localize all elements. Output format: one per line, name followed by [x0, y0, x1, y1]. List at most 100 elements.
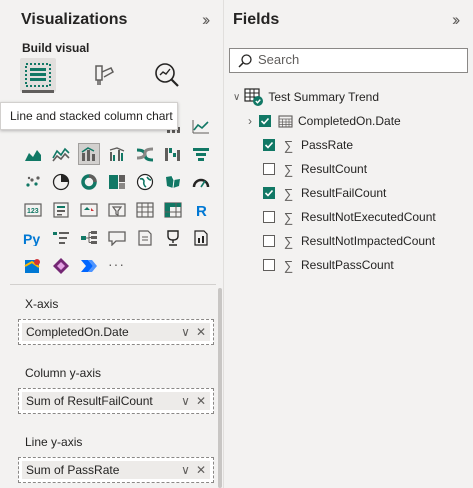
field-checkbox[interactable]	[263, 235, 275, 247]
field-label: ResultNotExecutedCount	[301, 210, 436, 224]
format-visual-tab[interactable]	[86, 58, 122, 92]
pie-chart-icon[interactable]	[50, 171, 72, 193]
visualizations-pane: Visualizations ›› Build visual Line and …	[0, 0, 224, 488]
chevron-down-icon[interactable]: ∨	[233, 92, 240, 103]
field-item-resultfailcount[interactable]: ∑ ResultFailCount	[263, 183, 386, 203]
build-visual-label: Build visual	[22, 41, 90, 55]
field-checkbox[interactable]	[263, 163, 275, 175]
visualizations-scrollbar[interactable]	[218, 288, 222, 488]
collapse-fields-icon[interactable]: ››	[452, 10, 461, 30]
power-automate-icon[interactable]	[78, 255, 100, 277]
map-icon[interactable]	[134, 171, 156, 193]
svg-text:Py: Py	[23, 231, 40, 246]
build-visual-tab[interactable]	[20, 58, 56, 92]
decomposition-tree-icon[interactable]	[78, 227, 100, 249]
search-icon	[238, 54, 252, 68]
waterfall-chart-icon[interactable]	[162, 143, 184, 165]
chevron-down-icon[interactable]: ∨	[181, 325, 190, 339]
sigma-icon: ∑	[283, 185, 294, 201]
stacked-area-chart-icon[interactable]	[50, 143, 72, 165]
column-y-axis-well[interactable]: Sum of ResultFailCount ∨ ✕	[18, 388, 214, 414]
analytics-tab[interactable]	[149, 58, 185, 92]
fields-search-box[interactable]	[229, 48, 468, 73]
treemap-icon[interactable]	[106, 171, 128, 193]
fields-title: Fields	[233, 11, 280, 28]
qa-icon[interactable]	[106, 227, 128, 249]
table-name: Test Summary Trend	[268, 90, 380, 104]
python-visual-icon[interactable]: Py	[22, 227, 44, 249]
azure-map-icon[interactable]	[22, 255, 44, 277]
line-and-stacked-column-chart-icon[interactable]	[78, 143, 100, 165]
format-paintbrush-icon	[95, 65, 114, 85]
build-visual-icon	[25, 63, 51, 87]
chevron-down-icon[interactable]: ∨	[181, 394, 190, 408]
pane-divider	[10, 284, 216, 285]
sigma-icon: ∑	[283, 209, 294, 225]
svg-text:123: 123	[27, 208, 39, 215]
ribbon-chart-icon[interactable]	[134, 143, 156, 165]
funnel-chart-icon[interactable]	[190, 143, 212, 165]
xaxis-well[interactable]: CompletedOn.Date ∨ ✕	[18, 319, 214, 345]
r-visual-icon[interactable]: R	[190, 199, 212, 221]
table-node[interactable]: ∨ Test Summary Trend	[233, 87, 379, 107]
smart-narrative-icon[interactable]	[134, 227, 156, 249]
close-icon[interactable]: ✕	[196, 394, 206, 408]
field-checkbox[interactable]	[259, 115, 271, 127]
line-y-axis-well[interactable]: Sum of PassRate ∨ ✕	[18, 457, 214, 483]
chevron-down-icon[interactable]: ∨	[181, 463, 190, 477]
field-item-resultpasscount[interactable]: ∑ ResultPassCount	[263, 255, 394, 275]
power-apps-icon[interactable]	[50, 255, 72, 277]
matrix-icon[interactable]	[162, 199, 184, 221]
xaxis-field-chip[interactable]: CompletedOn.Date ∨ ✕	[22, 323, 210, 341]
area-chart-icon[interactable]	[22, 143, 44, 165]
chevron-right-icon[interactable]: ›	[248, 114, 252, 128]
close-icon[interactable]: ✕	[196, 325, 206, 339]
field-label: ResultNotImpactedCount	[301, 234, 436, 248]
field-item-resultnotexecutedcount[interactable]: ∑ ResultNotExecutedCount	[263, 207, 436, 227]
collapse-visualizations-icon[interactable]: ››	[202, 10, 211, 30]
xaxis-field-name: CompletedOn.Date	[26, 325, 129, 339]
more-visuals-button[interactable]: ···	[108, 256, 125, 272]
line-y-axis-label: Line y-axis	[25, 435, 83, 449]
search-input[interactable]	[258, 52, 458, 67]
field-item-resultnotimpactedcount[interactable]: ∑ ResultNotImpactedCount	[263, 231, 435, 251]
key-influencers-icon[interactable]	[50, 227, 72, 249]
sigma-icon: ∑	[283, 257, 294, 273]
line-and-clustered-column-chart-icon[interactable]	[106, 143, 128, 165]
line-y-field-chip[interactable]: Sum of PassRate ∨ ✕	[22, 461, 210, 479]
column-y-field-chip[interactable]: Sum of ResultFailCount ∨ ✕	[22, 392, 210, 410]
field-checkbox[interactable]	[263, 211, 275, 223]
build-visual-underline	[22, 90, 54, 93]
donut-chart-icon[interactable]	[78, 171, 100, 193]
sigma-icon: ∑	[283, 161, 294, 177]
card-icon[interactable]: 123	[22, 199, 44, 221]
field-item-passrate[interactable]: ∑ PassRate	[263, 135, 353, 155]
field-item-resultcount[interactable]: ∑ ResultCount	[263, 159, 367, 179]
metrics-icon[interactable]	[162, 227, 184, 249]
field-label: CompletedOn.Date	[298, 114, 401, 128]
kpi-icon[interactable]	[78, 199, 100, 221]
filled-map-icon[interactable]	[162, 171, 184, 193]
field-checkbox[interactable]	[263, 259, 275, 271]
field-checkbox[interactable]	[263, 139, 275, 151]
column-y-field-name: Sum of ResultFailCount	[26, 394, 153, 408]
field-label: ResultCount	[301, 162, 368, 176]
chart-type-tooltip: Line and stacked column chart	[0, 102, 178, 130]
gauge-icon[interactable]	[190, 171, 212, 193]
table-icon[interactable]	[134, 199, 156, 221]
analytics-magnifier-icon	[155, 63, 179, 87]
slicer-icon[interactable]	[106, 199, 128, 221]
calendar-icon	[278, 115, 293, 128]
field-item-completedon-date[interactable]: › CompletedOn.Date	[248, 111, 401, 131]
close-icon[interactable]: ✕	[196, 463, 206, 477]
field-label: ResultFailCount	[301, 186, 387, 200]
field-label: ResultPassCount	[301, 258, 394, 272]
table-check-icon	[244, 88, 264, 106]
field-checkbox[interactable]	[263, 187, 275, 199]
line-chart-icon[interactable]	[190, 116, 212, 138]
scatter-chart-icon[interactable]	[22, 171, 44, 193]
line-y-field-name: Sum of PassRate	[26, 463, 120, 477]
paginated-report-icon[interactable]	[190, 227, 212, 249]
visualizations-title: Visualizations	[21, 11, 128, 28]
multi-row-card-icon[interactable]	[50, 199, 72, 221]
